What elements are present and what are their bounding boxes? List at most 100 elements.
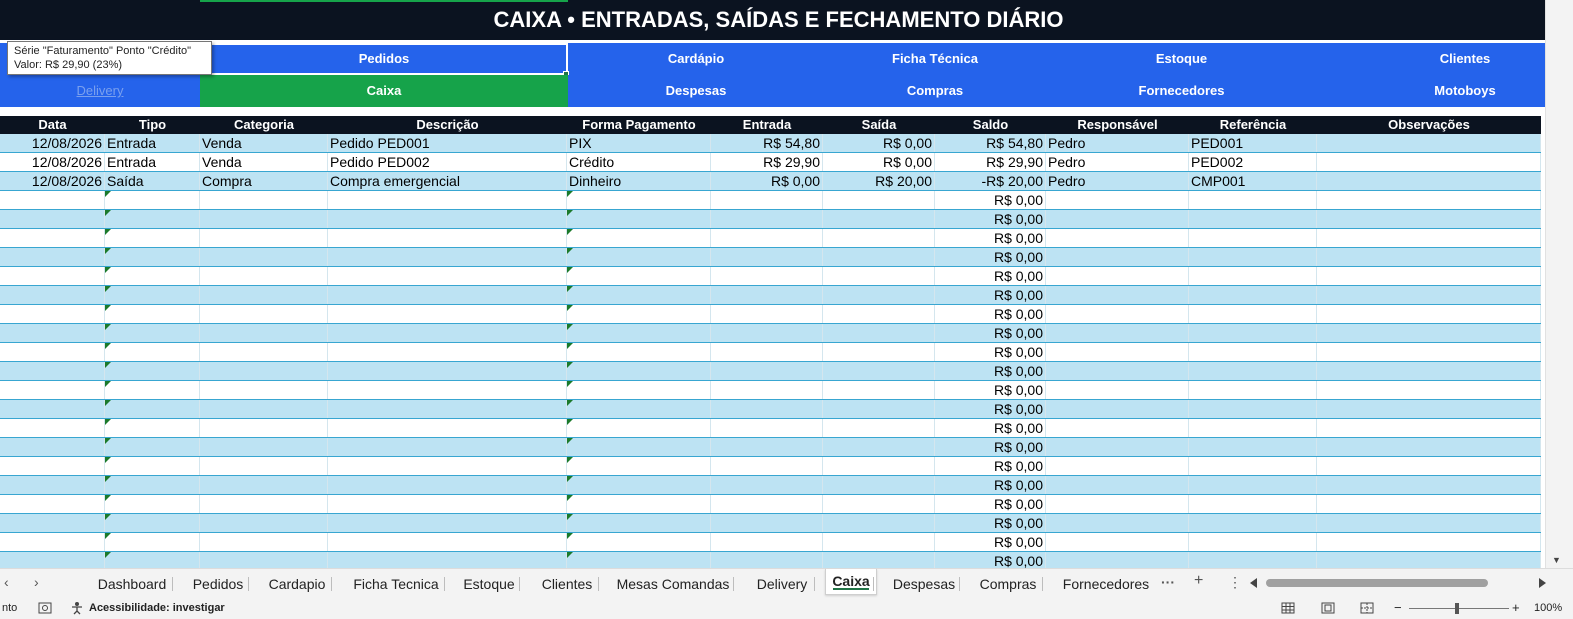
cell-saldo[interactable]: R$ 0,00: [935, 438, 1046, 456]
cell-data[interactable]: [0, 438, 105, 456]
cell-forma-pagamento[interactable]: Dinheiro: [567, 172, 711, 190]
cell-observacoes[interactable]: [1317, 400, 1541, 418]
cell-observacoes[interactable]: [1317, 514, 1541, 532]
zoom-out-icon[interactable]: −: [1394, 600, 1402, 615]
cell-saldo[interactable]: R$ 0,00: [935, 552, 1046, 568]
zoom-level[interactable]: 100%: [1534, 602, 1562, 614]
cell-responsavel[interactable]: [1046, 362, 1189, 380]
nav-item-motoboys[interactable]: Motoboys: [1390, 75, 1540, 107]
cell-saldo[interactable]: R$ 0,00: [935, 476, 1046, 494]
cell-categoria[interactable]: [200, 324, 328, 342]
cell-data[interactable]: [0, 419, 105, 437]
cell-data[interactable]: [0, 495, 105, 513]
cell-tipo[interactable]: [105, 229, 200, 247]
sheet-tab-ficha-tecnica[interactable]: Ficha Tecnica: [344, 574, 448, 594]
nav-item-fornecedores[interactable]: Fornecedores: [1046, 75, 1317, 107]
cell-categoria[interactable]: [200, 476, 328, 494]
cell-observacoes[interactable]: [1317, 362, 1541, 380]
cell-saida[interactable]: [823, 191, 935, 209]
cell-responsavel[interactable]: Pedro: [1046, 153, 1189, 171]
macro-record-icon[interactable]: [38, 602, 52, 614]
sheet-tab-mesas-comandas[interactable]: Mesas Comandas: [609, 574, 737, 594]
cell-referencia[interactable]: [1189, 229, 1317, 247]
cell-forma-pagamento[interactable]: [567, 286, 711, 304]
sheet-tab-dashboard[interactable]: Dashboard: [88, 574, 176, 594]
cell-entrada[interactable]: [711, 552, 823, 568]
cell-saida[interactable]: [823, 495, 935, 513]
cell-categoria[interactable]: [200, 343, 328, 361]
column-header-tipo[interactable]: Tipo: [105, 116, 200, 134]
cell-referencia[interactable]: [1189, 457, 1317, 475]
cell-categoria[interactable]: [200, 191, 328, 209]
cell-data[interactable]: [0, 457, 105, 475]
cell-forma-pagamento[interactable]: [567, 476, 711, 494]
cell-responsavel[interactable]: [1046, 400, 1189, 418]
cell-data[interactable]: [0, 476, 105, 494]
cell-categoria[interactable]: [200, 381, 328, 399]
cell-responsavel[interactable]: [1046, 305, 1189, 323]
cell-forma-pagamento[interactable]: [567, 324, 711, 342]
sheet-tab-compras[interactable]: Compras: [970, 574, 1046, 594]
cell-observacoes[interactable]: [1317, 419, 1541, 437]
cell-tipo[interactable]: [105, 191, 200, 209]
cell-observacoes[interactable]: [1317, 343, 1541, 361]
column-header-descricao[interactable]: Descrição: [328, 116, 567, 134]
cell-tipo[interactable]: [105, 305, 200, 323]
cell-categoria[interactable]: [200, 400, 328, 418]
cell-descricao[interactable]: [328, 343, 567, 361]
next-sheet-icon[interactable]: ›: [34, 574, 39, 590]
cell-descricao[interactable]: [328, 438, 567, 456]
cell-entrada[interactable]: [711, 514, 823, 532]
cell-entrada[interactable]: [711, 381, 823, 399]
cell-categoria[interactable]: Venda: [200, 134, 328, 152]
cell-observacoes[interactable]: [1317, 552, 1541, 568]
nav-item-cardapio[interactable]: Cardápio: [568, 43, 824, 75]
cell-referencia[interactable]: [1189, 191, 1317, 209]
cell-entrada[interactable]: [711, 191, 823, 209]
cell-entrada[interactable]: [711, 533, 823, 551]
cell-responsavel[interactable]: [1046, 267, 1189, 285]
cell-referencia[interactable]: [1189, 362, 1317, 380]
cell-tipo[interactable]: Entrada: [105, 134, 200, 152]
cell-data[interactable]: [0, 514, 105, 532]
cell-categoria[interactable]: [200, 248, 328, 266]
cell-saldo[interactable]: R$ 0,00: [935, 210, 1046, 228]
cell-descricao[interactable]: [328, 457, 567, 475]
column-header-forma-pagamento[interactable]: Forma Pagamento: [567, 116, 711, 134]
cell-categoria[interactable]: [200, 210, 328, 228]
cell-saida[interactable]: [823, 533, 935, 551]
cell-referencia[interactable]: [1189, 476, 1317, 494]
cell-categoria[interactable]: [200, 495, 328, 513]
cell-categoria[interactable]: [200, 514, 328, 532]
zoom-slider[interactable]: [1409, 608, 1509, 609]
cell-saldo[interactable]: R$ 0,00: [935, 495, 1046, 513]
cell-forma-pagamento[interactable]: [567, 210, 711, 228]
cell-forma-pagamento[interactable]: [567, 267, 711, 285]
cell-descricao[interactable]: [328, 305, 567, 323]
cell-forma-pagamento[interactable]: [567, 514, 711, 532]
cell-forma-pagamento[interactable]: [567, 362, 711, 380]
cell-descricao[interactable]: [328, 267, 567, 285]
cell-categoria[interactable]: Venda: [200, 153, 328, 171]
cell-entrada[interactable]: R$ 0,00: [711, 172, 823, 190]
cell-referencia[interactable]: PED001: [1189, 134, 1317, 152]
cell-saldo[interactable]: -R$ 20,00: [935, 172, 1046, 190]
cell-forma-pagamento[interactable]: Crédito: [567, 153, 711, 171]
nav-item-estoque[interactable]: Estoque: [1046, 43, 1317, 75]
cell-entrada[interactable]: [711, 476, 823, 494]
cell-tipo[interactable]: [105, 286, 200, 304]
cell-saldo[interactable]: R$ 0,00: [935, 305, 1046, 323]
column-header-saldo[interactable]: Saldo: [935, 116, 1046, 134]
nav-item-caixa[interactable]: Caixa: [200, 75, 568, 107]
cell-data[interactable]: [0, 248, 105, 266]
cell-saida[interactable]: [823, 438, 935, 456]
nav-item-pedidos[interactable]: Pedidos: [200, 43, 568, 75]
cell-responsavel[interactable]: [1046, 419, 1189, 437]
cell-tipo[interactable]: [105, 267, 200, 285]
more-sheets-icon[interactable]: ···: [1161, 574, 1175, 590]
nav-item-compras[interactable]: Compras: [824, 75, 1046, 107]
cell-referencia[interactable]: [1189, 419, 1317, 437]
sheet-tab-delivery[interactable]: Delivery: [746, 574, 818, 594]
cell-descricao[interactable]: [328, 191, 567, 209]
cell-referencia[interactable]: [1189, 267, 1317, 285]
